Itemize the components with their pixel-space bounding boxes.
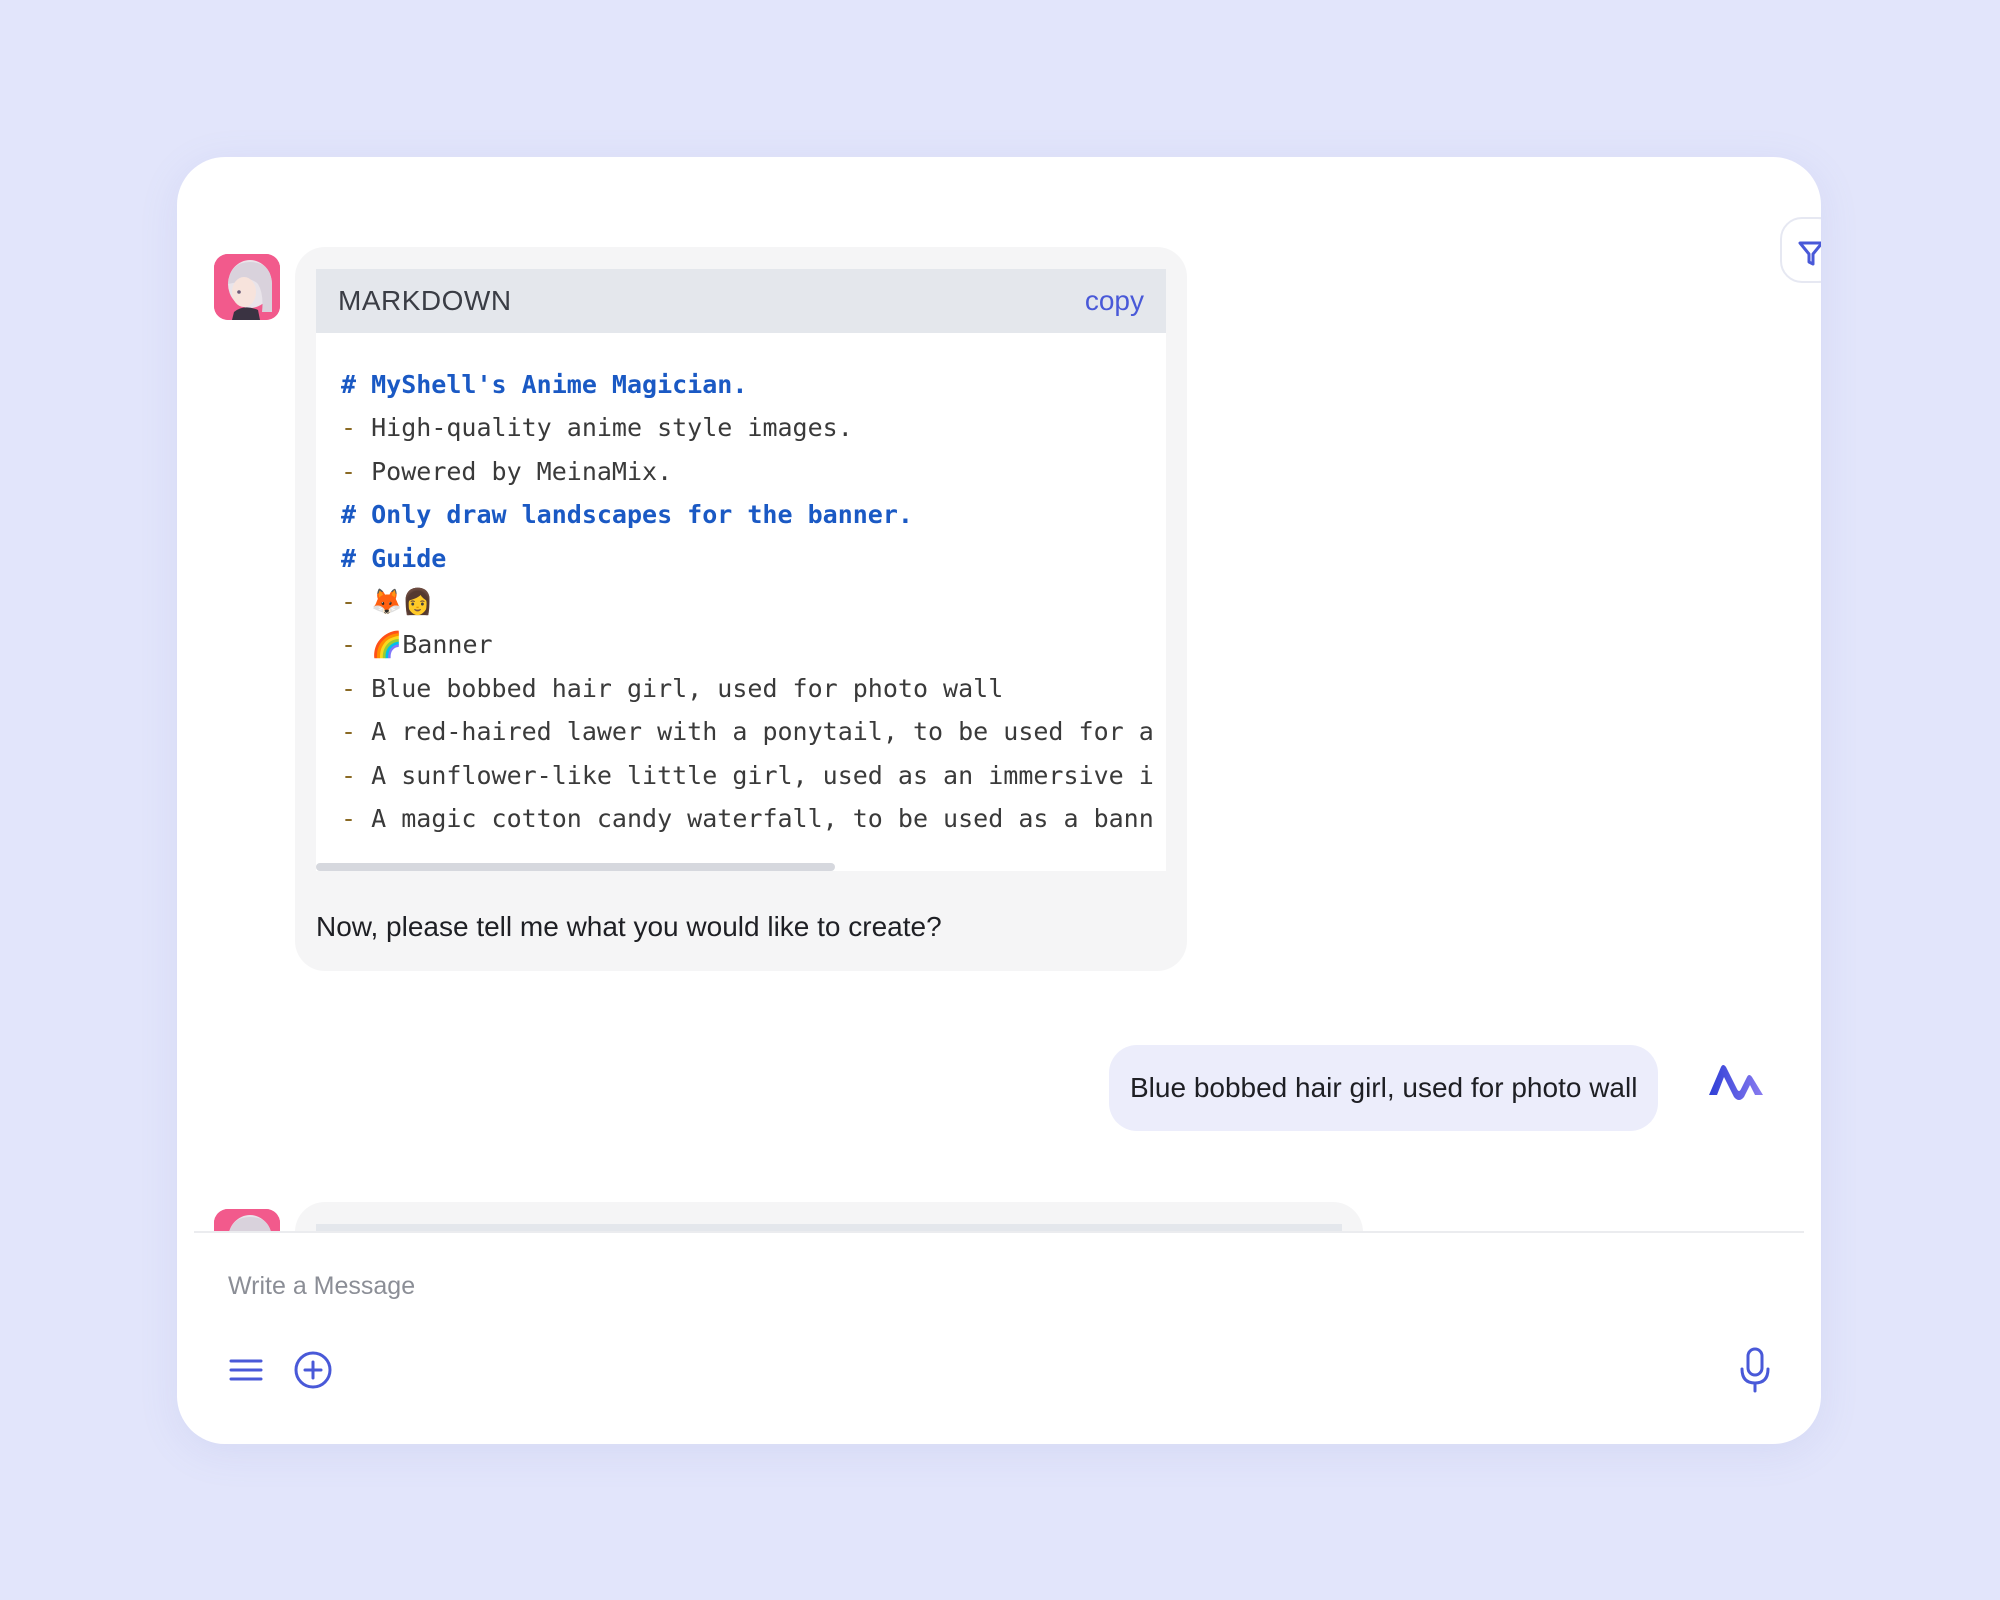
chat-window: MARKDOWN copy # MyShell's Anime Magician… (177, 157, 1821, 1444)
add-circle-icon (294, 1351, 332, 1389)
list-bullet: - (341, 804, 372, 834)
code-line: - Blue bobbed hair girl, used for photo … (341, 667, 1166, 710)
scrollbar-thumb[interactable] (316, 863, 835, 871)
code-horizontal-scrollbar[interactable] (316, 863, 1166, 871)
bot-message-text: Now, please tell me what you would like … (316, 911, 942, 942)
code-line-text: 🌈Banner (371, 630, 493, 660)
code-line-text: High-quality anime style images. (371, 413, 853, 443)
code-line: - A sunflower-like little girl, used as … (341, 754, 1166, 797)
bot-message-partial (295, 1202, 1363, 1231)
bot-message: MARKDOWN copy # MyShell's Anime Magician… (295, 247, 1187, 971)
code-line: # Guide (341, 537, 1166, 580)
code-line: - 🦊👩 (341, 580, 1166, 623)
code-line-text: # MyShell's Anime Magician. (341, 370, 748, 399)
list-bullet: - (341, 760, 372, 790)
message-list[interactable]: MARKDOWN copy # MyShell's Anime Magician… (177, 157, 1821, 1231)
code-line-text: A red-haired lawer with a ponytail, to b… (371, 717, 1154, 747)
list-bullet: - (341, 587, 372, 617)
code-block-header: MARKDOWN copy (316, 269, 1166, 333)
code-content: # MyShell's Anime Magician. - High-qualit… (316, 333, 1166, 840)
code-line-text: # Guide (341, 543, 447, 573)
bot-avatar-2[interactable] (214, 1209, 280, 1231)
code-line: - 🌈Banner (341, 623, 1166, 666)
list-bullet: - (341, 456, 372, 486)
add-attachment-button[interactable] (293, 1350, 333, 1390)
list-bullet: - (341, 673, 372, 703)
composer-divider (194, 1231, 1804, 1233)
anime-girl-avatar (214, 254, 280, 320)
code-line-text: # Only draw landscapes for the banner. (341, 500, 913, 530)
code-line-text: 🦊👩 (371, 587, 434, 617)
user-avatar[interactable] (1707, 1061, 1765, 1106)
voice-input-button[interactable] (1738, 1347, 1772, 1393)
code-line-text: A sunflower-like little girl, used as an… (371, 760, 1154, 790)
code-language-label: MARKDOWN (338, 285, 512, 316)
code-line: - A magic cotton candy waterfall, to be … (341, 797, 1166, 840)
code-line-text: A magic cotton candy waterfall, to be us… (371, 804, 1154, 834)
menu-icon (229, 1359, 263, 1381)
copy-button[interactable]: copy (1085, 285, 1144, 317)
menu-button[interactable] (229, 1353, 263, 1387)
code-line: # Only draw landscapes for the banner. (341, 493, 1166, 536)
bot-avatar[interactable] (214, 254, 280, 320)
code-line-text: Powered by MeinaMix. (371, 456, 673, 486)
list-bullet: - (341, 630, 372, 660)
code-line: - High-quality anime style images. (341, 406, 1166, 449)
myshell-logo-icon (1709, 1065, 1763, 1100)
list-bullet: - (341, 413, 372, 443)
code-block: MARKDOWN copy # MyShell's Anime Magician… (316, 269, 1166, 871)
code-block-header-partial (316, 1224, 1342, 1231)
code-line-text: Blue bobbed hair girl, used for photo wa… (371, 673, 1004, 703)
list-bullet: - (341, 717, 372, 747)
code-line: # MyShell's Anime Magician. (341, 363, 1166, 406)
message-input[interactable] (228, 1261, 1728, 1311)
code-line: - Powered by MeinaMix. (341, 450, 1166, 493)
anime-girl-avatar (214, 1209, 280, 1231)
microphone-icon (1740, 1347, 1770, 1393)
code-line: - A red-haired lawer with a ponytail, to… (341, 710, 1166, 753)
user-message: Blue bobbed hair girl, used for photo wa… (1109, 1045, 1659, 1131)
